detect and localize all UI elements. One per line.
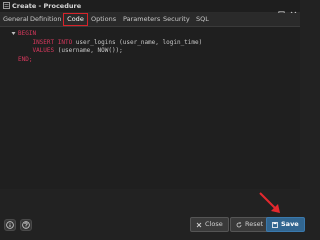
- code-keyword-insert: INSERT INTO: [32, 38, 73, 46]
- procedure-icon: [3, 2, 10, 9]
- info-button[interactable]: [4, 219, 16, 231]
- tab-definition[interactable]: Definition: [30, 13, 61, 26]
- code-editor[interactable]: BEGIN INSERT INTO user_logins (user_name…: [0, 27, 300, 189]
- tab-code[interactable]: Code: [63, 13, 88, 26]
- save-icon: [272, 221, 278, 228]
- reset-button[interactable]: Reset: [230, 217, 270, 232]
- save-button-label: Save: [281, 220, 299, 228]
- save-button[interactable]: Save: [266, 217, 305, 232]
- annotation-arrow-icon: [259, 192, 280, 213]
- close-x-icon: [196, 222, 202, 227]
- dialog-title: Create - Procedure: [12, 2, 82, 10]
- help-icon: [22, 221, 30, 229]
- tab-parameters[interactable]: Parameters: [123, 13, 160, 26]
- code-line-1: BEGIN: [18, 30, 37, 37]
- dialog-footer: Close Reset Save: [0, 189, 305, 237]
- reset-icon: [236, 221, 242, 227]
- editor-gutter: [0, 27, 18, 189]
- tab-general[interactable]: General: [3, 13, 29, 26]
- close-icon[interactable]: [290, 3, 297, 17]
- code-keyword-values: VALUES: [32, 47, 55, 54]
- code-line-2-text: user_logins (user_name, login_time): [72, 38, 203, 46]
- dialog-titlebar: Create - Procedure: [0, 0, 300, 18]
- close-button[interactable]: Close: [190, 217, 229, 232]
- tab-bar: General Definition Code Options Paramete…: [0, 13, 300, 27]
- tab-sql[interactable]: SQL: [196, 13, 209, 26]
- maximize-icon[interactable]: [278, 3, 285, 18]
- info-icon: [6, 221, 14, 229]
- tab-security[interactable]: Security: [163, 13, 190, 26]
- fold-arrow-icon[interactable]: [11, 31, 16, 36]
- reset-button-label: Reset: [245, 220, 264, 228]
- code-line-4: END;: [18, 55, 33, 63]
- tab-options[interactable]: Options: [91, 13, 116, 26]
- help-button[interactable]: [20, 219, 32, 231]
- code-line-3-text: (username, NOW());: [54, 47, 123, 54]
- close-button-label: Close: [205, 220, 223, 228]
- code-content[interactable]: BEGIN INSERT INTO user_logins (user_name…: [18, 30, 202, 64]
